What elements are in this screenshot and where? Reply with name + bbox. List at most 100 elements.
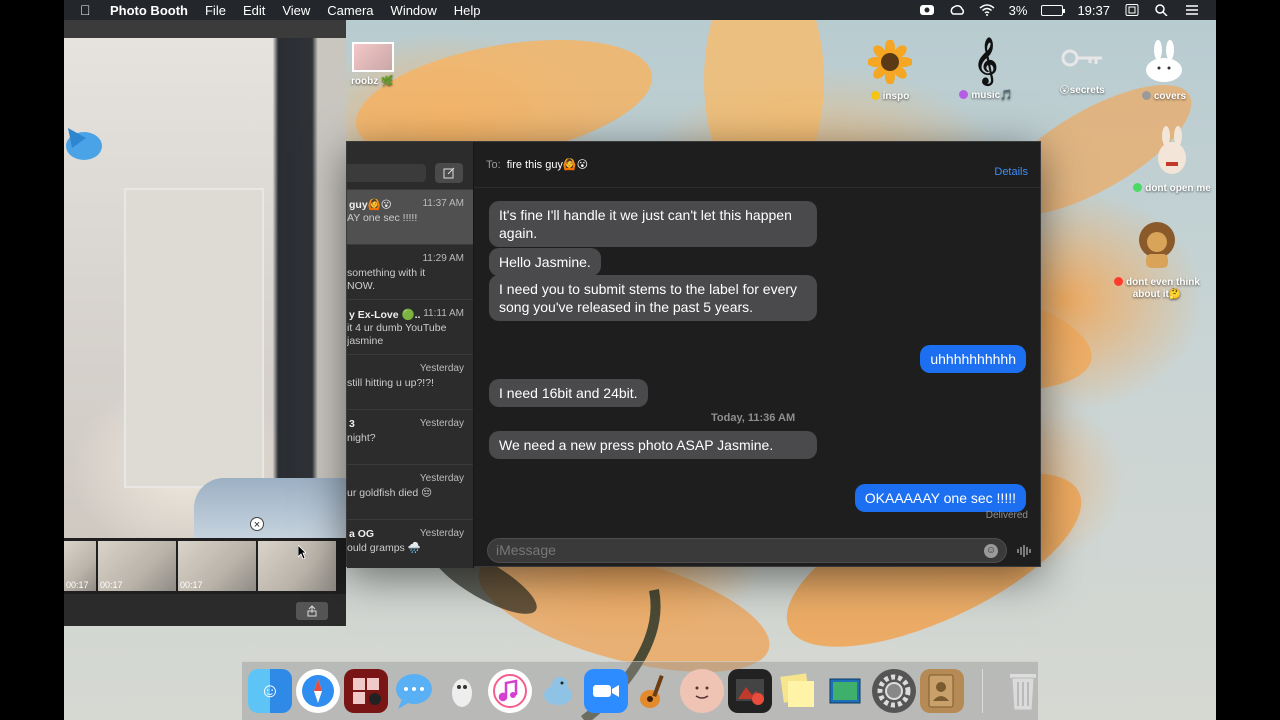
share-button[interactable] [296, 602, 328, 620]
dock-seal-icon[interactable] [536, 669, 580, 713]
to-label: To: [486, 158, 501, 171]
messages-window: guy🙆😮 11:37 AM AY one sec !!!!! 11:29 AM… [346, 141, 1041, 568]
spotlight-icon[interactable] [1154, 4, 1170, 16]
menu-camera[interactable]: Camera [327, 3, 373, 18]
dock-itunes-icon[interactable] [488, 669, 532, 713]
emoji-icon[interactable]: ☺ [984, 544, 998, 558]
dock: ☺ [242, 661, 1038, 720]
photo-thumbnail[interactable]: 00:17 [64, 541, 96, 591]
recipient-name[interactable]: fire this guy🙆😮 [507, 158, 588, 171]
desktop-icon-inspo[interactable]: inspo [862, 39, 918, 102]
conversation-preview: something with it NOW. [347, 267, 426, 292]
message-bubble-sent[interactable]: OKAAAAAY one sec !!!!! [854, 484, 1026, 512]
dock-photo-slideshow-icon[interactable] [728, 669, 772, 713]
thumbnail-duration: 00:17 [180, 580, 203, 590]
tag-dot [1141, 91, 1151, 100]
menu-help[interactable]: Help [454, 3, 481, 18]
search-input[interactable] [347, 164, 426, 182]
menu-view[interactable]: View [282, 3, 310, 18]
conversation-time: Yesterday [419, 473, 464, 484]
photo-booth-titlebar[interactable] [64, 20, 346, 38]
menu-app-name[interactable]: Photo Booth [110, 3, 188, 18]
notification-center-icon[interactable] [1124, 4, 1140, 16]
dock-system-preferences-icon[interactable] [872, 669, 916, 713]
camera-scene-bed [194, 478, 346, 538]
conversation-item[interactable]: y Ex-Love 🟢.. 11:11 AM it 4 ur dumb YouT… [347, 299, 473, 354]
dock-contacts-icon[interactable] [920, 669, 964, 713]
menu-edit[interactable]: Edit [243, 3, 265, 18]
audio-message-icon[interactable] [1016, 544, 1032, 558]
thumbnail-duration: 00:17 [100, 580, 123, 590]
desktop-icon-dont-even-think[interactable]: dont even think about it🤔 [1112, 218, 1202, 301]
camera-preview [64, 38, 346, 538]
dock-face-app-icon[interactable] [680, 669, 724, 713]
conversation-item[interactable]: Yesterday ur goldfish died 😔 [347, 464, 473, 519]
desktop-icon-label: music🎵 [956, 90, 1016, 101]
photo-thumbnail[interactable] [258, 541, 336, 591]
photo-thumbnail[interactable]: 00:17 [178, 541, 256, 591]
dock-finder-icon[interactable]: ☺ [248, 669, 292, 713]
desktop-icon-label-text: covers [1153, 91, 1187, 102]
menu-file[interactable]: File [205, 3, 226, 18]
conversation-item[interactable]: Yesterday still hitting u up?!?! [347, 354, 473, 409]
creative-cloud-icon[interactable] [949, 4, 965, 16]
compose-button[interactable] [435, 163, 463, 183]
bunny-icon [1146, 40, 1182, 82]
desktop-icon-secrets[interactable]: 😮secrets [1054, 42, 1110, 96]
desktop-icon-label: roobz 🌿 [351, 76, 394, 87]
dock-inkscape-icon[interactable] [440, 669, 484, 713]
message-input[interactable]: iMessage ☺ [487, 538, 1007, 563]
conversation-item[interactable]: a OG Yesterday ould gramps 🌧️ [347, 519, 473, 568]
conversation-preview: ur goldfish died 😔 [347, 487, 433, 499]
conversation-header: To: fire this guy🙆😮 [474, 142, 1040, 188]
conversation-item[interactable]: 3 Yesterday night? [347, 409, 473, 464]
dock-garageband-icon[interactable] [632, 669, 676, 713]
delivered-status: Delivered [985, 510, 1028, 521]
conversation-preview: still hitting u up?!?! [347, 377, 434, 389]
dock-safari-icon[interactable] [296, 669, 340, 713]
dock-stickies-icon[interactable] [776, 669, 820, 713]
dock-preview-icon[interactable] [824, 669, 868, 713]
conversation-time: 11:11 AM [423, 308, 464, 319]
conversation-list: guy🙆😮 11:37 AM AY one sec !!!!! 11:29 AM… [347, 142, 474, 568]
conversation-preview: it 4 ur dumb YouTube jasmine [347, 322, 447, 347]
details-button[interactable]: Details [994, 166, 1028, 178]
dock-zoom-icon[interactable] [584, 669, 628, 713]
conversation-item[interactable]: guy🙆😮 11:37 AM AY one sec !!!!! [347, 189, 473, 244]
close-icon[interactable]: × [250, 517, 264, 531]
photo-thumbnail[interactable]: 00:17 [98, 541, 176, 591]
message-bubble-received[interactable]: We need a new press photo ASAP Jasmine. [489, 431, 817, 459]
desktop-icon-music[interactable]: 𝄞 music🎵 [956, 36, 1016, 101]
conversation-preview: night? [347, 432, 376, 444]
message-bubble-received[interactable]: I need 16bit and 24bit. [489, 379, 648, 407]
screen-record-icon[interactable] [919, 4, 935, 16]
dock-trash-icon[interactable] [1001, 669, 1045, 713]
dock-photo-booth-icon[interactable] [344, 669, 388, 713]
conversation-time: 11:37 AM [422, 198, 464, 209]
battery-icon[interactable] [1041, 4, 1066, 16]
conversation-name: y Ex-Love 🟢.. [349, 309, 421, 321]
desktop-icon-roobz[interactable]: roobz 🌿 [351, 42, 395, 87]
photo-icon [352, 42, 394, 72]
desktop-icon-covers[interactable]: covers [1134, 40, 1194, 102]
video-camera-icon [593, 685, 619, 697]
conversation-item[interactable]: 11:29 AM something with it NOW. [347, 244, 473, 299]
message-bubble-received[interactable]: Hello Jasmine. [489, 248, 601, 276]
message-bubble-sent[interactable]: uhhhhhhhhhh [920, 345, 1026, 373]
message-bubble-received[interactable]: I need you to submit stems to the label … [489, 275, 817, 321]
wifi-icon[interactable] [979, 4, 995, 16]
desktop-icon-dont-open-me[interactable]: dont open me [1124, 126, 1220, 194]
message-bubble-received[interactable]: It's fine I'll handle it we just can't l… [489, 201, 817, 247]
menu-bar:  Photo Booth File Edit View Camera Wind… [64, 0, 1216, 20]
apple-icon[interactable]:  [80, 2, 96, 18]
photo-booth-window: 00:17 00:17 00:17 × [64, 20, 346, 626]
menu-window[interactable]: Window [391, 3, 437, 18]
speech-bubble-icon [396, 674, 432, 709]
tag-dot [870, 91, 880, 100]
tag-dot [959, 90, 969, 99]
dock-messages-icon[interactable] [392, 669, 436, 713]
battery-percent: 3% [1008, 2, 1028, 18]
control-strip-icon[interactable] [1184, 4, 1200, 16]
conversation-name: a OG [349, 528, 375, 540]
menu-clock[interactable]: 19:37 [1077, 3, 1110, 18]
